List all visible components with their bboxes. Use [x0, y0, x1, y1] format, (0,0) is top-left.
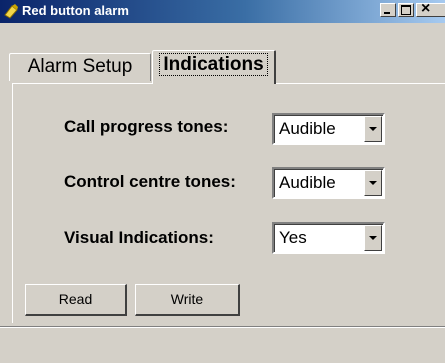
chevron-down-icon[interactable] [364, 225, 382, 251]
visual-indications-select[interactable]: Yes [272, 222, 385, 254]
tab-indications[interactable]: Indications [152, 50, 276, 84]
call-progress-value: Audible [279, 119, 336, 138]
control-centre-select[interactable]: Audible [272, 167, 385, 199]
visual-indications-value: Yes [279, 228, 307, 247]
write-button[interactable]: Write [135, 284, 240, 316]
close-button[interactable] [416, 0, 445, 18]
tab-alarm-setup[interactable]: Alarm Setup [9, 53, 151, 81]
read-button[interactable]: Read [25, 284, 127, 316]
maximize-button[interactable] [398, 3, 414, 17]
window-title: Red button alarm [22, 3, 129, 18]
chevron-down-icon[interactable] [364, 116, 382, 142]
chevron-down-icon[interactable] [364, 170, 382, 196]
call-progress-label: Call progress tones: [64, 117, 229, 136]
status-bar [0, 326, 445, 363]
call-progress-select[interactable]: Audible [272, 113, 385, 145]
visual-indications-label: Visual Indications: [64, 228, 214, 247]
app-icon [4, 4, 18, 19]
app-window: Red button alarm Alarm Setup Indications… [0, 0, 445, 363]
control-centre-label: Control centre tones: [64, 172, 236, 191]
tab-indications-label: Indications [159, 53, 268, 76]
minimize-button[interactable] [380, 3, 396, 17]
control-centre-value: Audible [279, 173, 336, 192]
title-bar[interactable]: Red button alarm [0, 0, 445, 23]
